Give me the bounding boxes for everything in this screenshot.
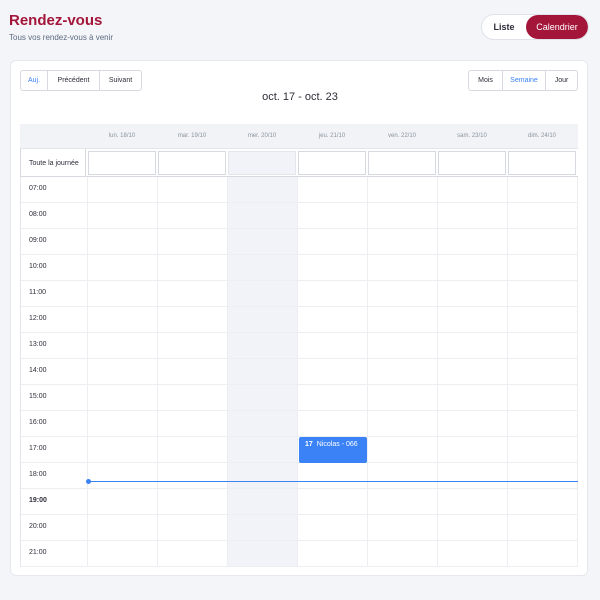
day-header: mer. 20/10 [247,133,277,139]
month-mode-button[interactable]: Mois [469,71,503,90]
all-day-cell[interactable] [228,151,296,175]
view-mode-buttons: Mois Semaine Jour [468,70,578,91]
day-mode-button[interactable]: Jour [546,71,577,90]
calendar-event[interactable]: 17 Nicolas - 066 [299,437,367,463]
date-range-title: oct. 17 - oct. 23 [262,91,338,103]
week-mode-button[interactable]: Semaine [503,71,546,90]
hour-label: 16:00 [29,419,47,426]
current-time-line [88,481,578,482]
hour-label: 14:00 [29,367,47,374]
view-toggle: Liste Calendrier [481,14,589,40]
all-day-cell[interactable] [298,151,366,175]
column-divider [157,177,158,567]
day-header: jeu. 21/10 [318,133,346,139]
all-day-label: Toute la journée [20,149,86,177]
column-divider [507,177,508,567]
column-divider [87,177,88,567]
list-view-button[interactable]: Liste [482,15,526,39]
week-grid: Toute la journée 07:00 08:00 09:00 10:00 11:… [20,124,578,567]
hour-row[interactable]: 07:00 [21,177,577,203]
column-divider [227,177,228,567]
next-button[interactable]: Suivant [100,71,141,90]
hour-label: 13:00 [29,341,47,348]
hour-row[interactable]: 10:00 [21,255,577,281]
all-day-cell[interactable] [438,151,506,175]
day-header: sam. 23/10 [457,133,487,139]
hour-row[interactable]: 19:00 [21,489,577,515]
day-header: lun. 18/10 [108,133,136,139]
previous-button[interactable]: Précédent [48,71,100,90]
hour-label: 15:00 [29,393,47,400]
hour-row[interactable]: 16:00 [21,411,577,437]
calendar-view-button[interactable]: Calendrier [526,15,588,39]
event-time: 17 [305,441,313,448]
current-time-dot [86,479,91,484]
navigation-buttons: Auj. Précédent Suivant [20,70,142,91]
hour-row[interactable]: 11:00 [21,281,577,307]
page-subtitle: Tous vos rendez-vous à venir [9,33,114,42]
today-button[interactable]: Auj. [21,71,48,90]
all-day-cell[interactable] [158,151,226,175]
day-header: mar. 19/10 [177,133,207,139]
day-header: ven. 22/10 [387,133,417,139]
hour-row[interactable]: 09:00 [21,229,577,255]
hour-row[interactable]: 12:00 [21,307,577,333]
hour-label: 11:00 [29,289,46,296]
time-grid-body: 07:00 08:00 09:00 10:00 11:00 12:00 13:00 14:00… [20,177,578,567]
all-day-row: Toute la journée [20,148,578,177]
event-title: Nicolas - 066 [316,441,358,448]
page-title: Rendez-vous [9,12,103,29]
hour-label: 17:00 [29,445,47,452]
hour-label: 07:00 [29,185,47,192]
column-divider [367,177,368,567]
hour-label: 10:00 [29,263,47,270]
hour-label: 09:00 [29,237,47,244]
column-divider [437,177,438,567]
calendar-card: Auj. Précédent Suivant Mois Semaine Jour… [10,60,588,576]
hour-row[interactable]: 14:00 [21,359,577,385]
all-day-cell[interactable] [368,151,436,175]
hour-row[interactable]: 21:00 [21,541,577,567]
hour-label: 18:00 [29,471,47,478]
hour-label: 12:00 [29,315,47,322]
hour-row[interactable]: 15:00 [21,385,577,411]
hour-row[interactable]: 18:00 [21,463,577,489]
hour-row[interactable]: 20:00 [21,515,577,541]
hour-row[interactable]: 08:00 [21,203,577,229]
column-divider [297,177,298,567]
hour-label: 20:00 [29,523,47,530]
day-header: dim. 24/10 [527,133,557,139]
hour-label: 08:00 [29,211,47,218]
hour-label: 21:00 [29,549,47,556]
column-divider [577,177,578,567]
all-day-cell[interactable] [508,151,576,175]
all-day-cell[interactable] [88,151,156,175]
hour-label: 19:00 [29,497,47,504]
hour-row[interactable]: 13:00 [21,333,577,359]
